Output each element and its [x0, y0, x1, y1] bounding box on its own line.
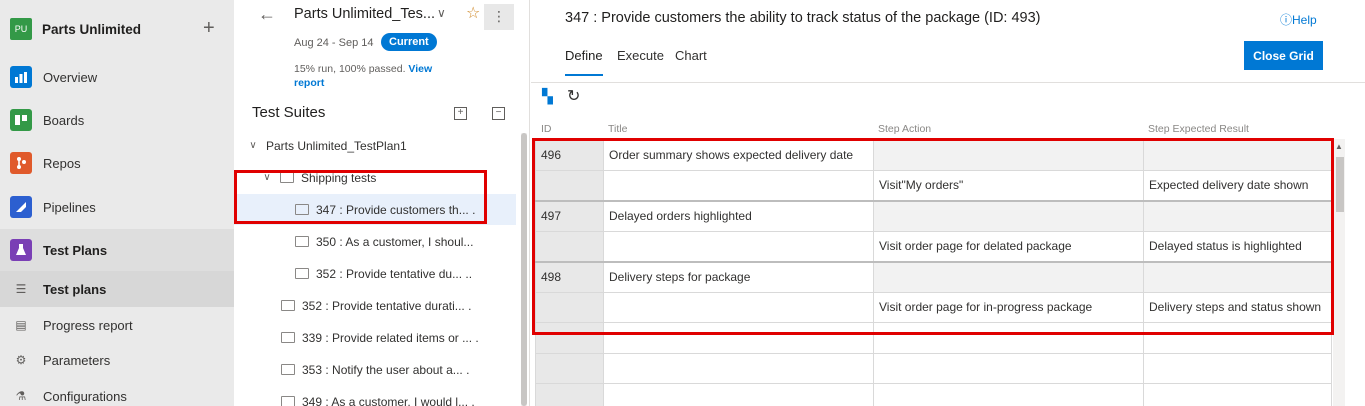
requirement-suite-icon: [281, 332, 295, 343]
nav-sub-label: Test plans: [43, 281, 107, 297]
suite-node[interactable]: 352 : Provide tentative durati... .: [234, 290, 516, 321]
nav-sub-test-plans[interactable]: ☰ Test plans: [0, 271, 234, 307]
suite-label: Parts Unlimited_TestPlan1: [266, 138, 407, 153]
configurations-icon: ⚗: [15, 389, 27, 403]
tree-scrollbar-thumb[interactable]: [521, 133, 527, 406]
requirement-suite-icon: [281, 396, 295, 406]
suite-label: 352 : Provide tentative durati... .: [302, 298, 472, 313]
main-content: 347 : Provide customers the ability to t…: [531, 0, 1365, 406]
nav-sub-configurations[interactable]: ⚗ Configurations: [0, 378, 234, 406]
scroll-up-icon[interactable]: ▲: [1335, 142, 1343, 151]
column-header-step-action[interactable]: Step Action: [878, 123, 931, 135]
suite-node[interactable]: 339 : Provide related items or ... .: [234, 322, 516, 353]
column-header-id[interactable]: ID: [541, 123, 552, 135]
suite-label: 350 : As a customer, I shoul...: [316, 234, 474, 249]
org-logo: PU: [10, 18, 32, 40]
cell-step-result[interactable]: [1143, 352, 1332, 384]
refresh-icon[interactable]: ↻: [567, 86, 580, 106]
nav-label: Overview: [43, 69, 98, 85]
suite-label: 349 : As a customer, I would l... .: [302, 394, 475, 406]
close-grid-button[interactable]: Close Grid: [1244, 41, 1323, 70]
left-nav: PU Parts Unlimited + Overview Boards Rep…: [0, 0, 234, 406]
tab-chart[interactable]: Chart: [675, 48, 707, 63]
org-name: Parts Unlimited: [42, 21, 142, 37]
suite-label: 353 : Notify the user about a... .: [302, 362, 470, 377]
nav-label: Boards: [43, 112, 85, 128]
suite-node[interactable]: ∨ Parts Unlimited_TestPlan1: [234, 130, 516, 161]
expand-all-icon[interactable]: +: [454, 107, 467, 120]
requirement-suite-icon: [295, 268, 309, 279]
cell-id[interactable]: [535, 352, 604, 384]
highlight-box: [532, 138, 1334, 335]
cell-title[interactable]: [603, 352, 874, 384]
test-suites-panel: ← Parts Unlimited_Tes... ∨ ☆ ⋮ Aug 24 - …: [234, 0, 530, 406]
cell-id[interactable]: [535, 383, 604, 406]
highlight-box: [234, 170, 487, 224]
nav-item-overview[interactable]: Overview: [0, 56, 234, 98]
test-plans-doc-icon: ☰: [15, 282, 27, 296]
cell-step-result[interactable]: [1143, 383, 1332, 406]
org-header[interactable]: PU Parts Unlimited: [0, 0, 234, 58]
run-summary: 15% run, 100% passed. View report: [294, 62, 454, 90]
nav-sub-label: Progress report: [43, 317, 133, 333]
tab-execute[interactable]: Execute: [617, 48, 664, 63]
nav-sub-label: Parameters: [43, 352, 111, 368]
page-title: 347 : Provide customers the ability to t…: [565, 10, 1041, 26]
test-plans-icon: [10, 239, 32, 261]
column-header-title[interactable]: Title: [608, 123, 627, 135]
nav-sub-parameters[interactable]: ⚙ Parameters: [0, 342, 234, 378]
table-row[interactable]: [535, 352, 1332, 384]
nav-label: Test Plans: [43, 242, 108, 258]
star-icon[interactable]: ☆: [466, 3, 480, 23]
suite-label: 352 : Provide tentative du... ..: [316, 266, 473, 281]
boards-icon: [10, 109, 32, 131]
test-suites-title: Test Suites: [252, 104, 326, 121]
nav-sub-progress-report[interactable]: ▤ Progress report: [0, 307, 234, 343]
nav-sub-label: Configurations: [43, 388, 127, 404]
active-tab-indicator: [565, 74, 603, 76]
divider: [531, 82, 1365, 83]
back-arrow-icon[interactable]: ←: [258, 4, 276, 25]
requirement-suite-icon: [281, 364, 295, 375]
progress-report-icon: ▤: [15, 318, 27, 332]
help-label: Help: [1292, 13, 1317, 27]
cell-step-action[interactable]: [873, 352, 1144, 384]
plus-icon[interactable]: +: [203, 17, 215, 40]
requirement-suite-icon: [295, 236, 309, 247]
suite-node[interactable]: 353 : Notify the user about a... .: [234, 354, 516, 385]
table-row[interactable]: [535, 383, 1332, 406]
more-options-icon[interactable]: ⋮: [484, 4, 514, 30]
requirement-suite-icon: [281, 300, 295, 311]
chevron-down-icon[interactable]: ∨: [246, 140, 260, 151]
plan-dates: Aug 24 - Sep 14: [294, 37, 374, 49]
grid-scrollbar-thumb[interactable]: [1336, 157, 1344, 212]
pipelines-icon: [10, 196, 32, 218]
cell-title[interactable]: [603, 383, 874, 406]
column-header-step-expected-result[interactable]: Step Expected Result: [1148, 123, 1249, 135]
chevron-down-icon[interactable]: ∨: [437, 6, 446, 20]
suite-node[interactable]: 352 : Provide tentative du... ..: [234, 258, 516, 289]
nav-label: Repos: [43, 155, 81, 171]
plan-title[interactable]: Parts Unlimited_Tes...: [294, 6, 435, 22]
bulk-add-icon[interactable]: ▚: [542, 88, 553, 105]
nav-item-pipelines[interactable]: Pipelines: [0, 186, 234, 228]
cell-step-action[interactable]: [873, 383, 1144, 406]
repos-icon: [10, 152, 32, 174]
nav-label: Pipelines: [43, 199, 96, 215]
help-icon: ⓘ: [1280, 13, 1293, 27]
nav-item-test-plans[interactable]: Test Plans: [0, 229, 234, 271]
suite-node[interactable]: 349 : As a customer, I would l... .: [234, 386, 516, 406]
tab-define[interactable]: Define: [565, 48, 603, 63]
help-link[interactable]: ⓘHelp: [1280, 11, 1317, 28]
overview-icon: [10, 66, 32, 88]
collapse-all-icon[interactable]: −: [492, 107, 505, 120]
current-badge: Current: [381, 33, 437, 51]
parameters-icon: ⚙: [15, 353, 27, 367]
run-summary-text: 15% run, 100% passed.: [294, 63, 406, 75]
suite-label: 339 : Provide related items or ... .: [302, 330, 479, 345]
nav-item-repos[interactable]: Repos: [0, 142, 234, 184]
suite-node[interactable]: 350 : As a customer, I shoul...: [234, 226, 516, 257]
nav-item-boards[interactable]: Boards: [0, 99, 234, 141]
